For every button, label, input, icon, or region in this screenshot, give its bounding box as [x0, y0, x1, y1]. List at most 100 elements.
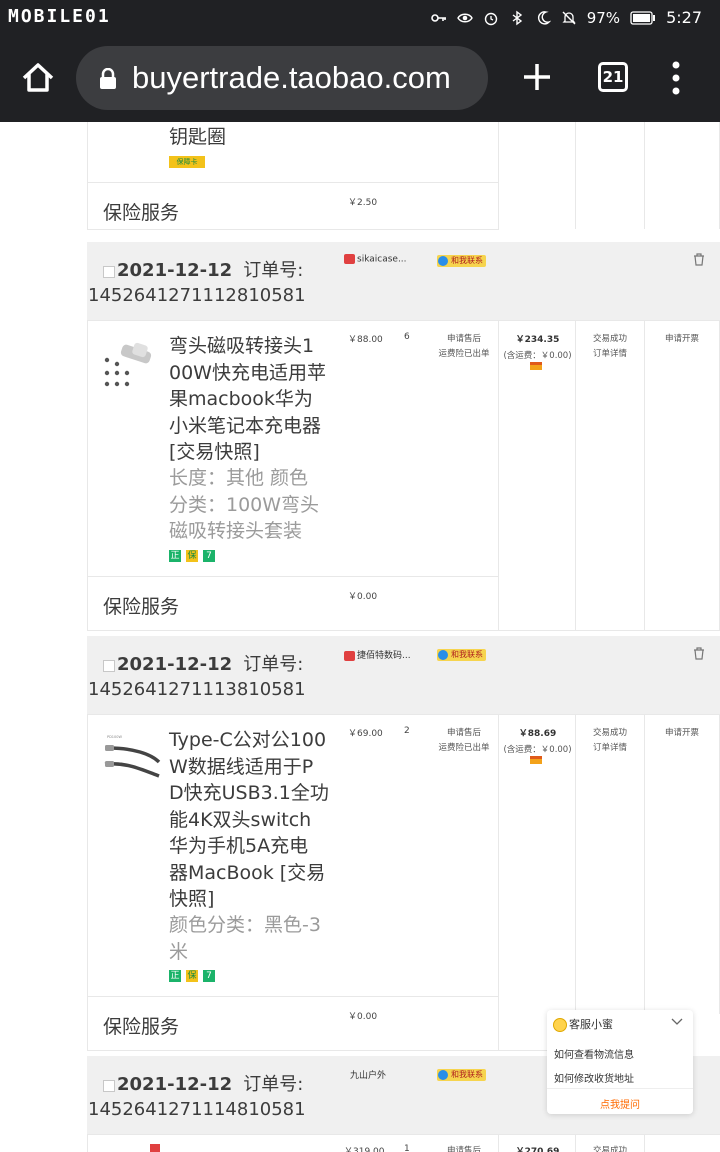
order-details-link[interactable]: 订单详情	[578, 347, 642, 362]
url-text[interactable]: buyertrade.taobao.com	[132, 60, 451, 96]
title-line[interactable]: 能4K双头switch	[169, 807, 331, 834]
apply-after-sales-link[interactable]: 申请售后	[434, 726, 494, 741]
apply-after-sales-link[interactable]: 申请售后	[434, 1144, 494, 1152]
address-bar[interactable]: buyertrade.taobao.com	[76, 46, 488, 110]
chat-bubble-icon	[438, 1070, 448, 1080]
order-list: 钥匙圈 保障卡 保险服务 ￥2.50 2021-12-12 订单号: 14526…	[0, 122, 720, 1152]
key-icon	[430, 13, 446, 22]
shipping-insurance-note: 运费险已出单	[438, 349, 490, 359]
faq-change-address[interactable]: 如何修改收货地址	[554, 1070, 634, 1085]
guarantee-tag-icon: 保	[186, 550, 198, 562]
order-date: 2021-12-12	[117, 654, 233, 675]
product-thumbnail-partial[interactable]	[150, 1144, 160, 1152]
status-cell: 交易成功 订单详情	[578, 726, 642, 756]
unit-price: ￥69.00	[348, 729, 383, 739]
quantity: 1	[404, 1144, 410, 1152]
product-sku: 颜色分类：黑色-3 米	[169, 912, 331, 965]
shop-name[interactable]: 九山户外	[350, 1068, 386, 1081]
ask-question-button[interactable]: 点我提问	[547, 1096, 693, 1111]
order-checkbox[interactable]	[103, 659, 115, 672]
order-date: 2021-12-12	[117, 1074, 233, 1095]
shop-name[interactable]: sikaicase...	[344, 254, 407, 265]
shop-icon	[344, 650, 355, 661]
snapshot-link[interactable]: 快照]	[169, 886, 331, 913]
customer-service-popup: 客服小蜜 如何查看物流信息 如何修改收货地址 点我提问	[547, 1010, 693, 1114]
apply-after-sales-link[interactable]: 申请售后	[434, 332, 494, 347]
title-line[interactable]: W数据线适用于P	[169, 754, 331, 781]
insurance-price: ￥0.00	[348, 1012, 378, 1022]
snapshot-link[interactable]: [交易快照]	[169, 439, 331, 466]
shop-name-text[interactable]: sikaicase...	[357, 255, 407, 265]
trade-status: 交易成功	[592, 1146, 627, 1152]
unit-price: ￥319.00	[344, 1147, 385, 1152]
shipping-insurance-note: 运费险已出单	[438, 743, 490, 753]
payment-card-icon	[530, 362, 542, 370]
order-number: 1452641271113810581	[88, 679, 306, 700]
divider	[547, 1088, 693, 1089]
insurance-label: 保险服务	[103, 1016, 180, 1038]
clock: 5:27	[666, 8, 702, 27]
title-line[interactable]: 小米笔记本充电器	[169, 413, 331, 440]
shop-name-text[interactable]: 捷佰特数码...	[357, 651, 411, 661]
chat-header[interactable]: 客服小蜜	[553, 1016, 613, 1032]
order-number-label: 订单号:	[243, 1074, 304, 1095]
product-title[interactable]: 弯头磁吸转接头1 00W快充电适用苹 果macbook华为 小米笔记本充电器 […	[169, 333, 331, 466]
shipping-fee: (含运费：￥0.00)	[503, 351, 572, 361]
product-thumbnail-cable[interactable]: PD100W	[103, 732, 161, 784]
product-title[interactable]: Type-C公对公100 W数据线适用于P D快充USB3.1全功 能4K双头s…	[169, 727, 331, 913]
total-price: ￥234.35	[515, 335, 560, 345]
more-menu-icon[interactable]	[668, 60, 684, 96]
shop-name[interactable]: 捷佰特数码...	[344, 648, 411, 661]
alarm-icon	[484, 12, 497, 25]
sku-line: 磁吸转接头套装	[169, 520, 303, 542]
title-line[interactable]: D快充USB3.1全功	[169, 780, 331, 807]
product-thumbnail-adapter[interactable]	[103, 340, 159, 390]
product-sku: 长度：其他 颜色 分类：100W弯头 磁吸转接头套装	[169, 465, 331, 545]
title-line[interactable]: 00W快充电适用苹	[169, 360, 331, 387]
contact-seller-button[interactable]: 和我联系	[437, 255, 486, 267]
order-number: 1452641271112810581	[88, 285, 306, 306]
payment-card-icon	[530, 756, 542, 764]
battery-icon	[630, 10, 656, 25]
title-line[interactable]: 华为手机5A充电	[169, 833, 331, 860]
order-checkbox[interactable]	[103, 1079, 115, 1092]
sku-line: 长度：其他 颜色	[169, 467, 309, 489]
home-icon[interactable]	[18, 58, 58, 98]
order-date: 2021-12-12	[117, 260, 233, 281]
total-price: ￥88.69	[518, 729, 557, 739]
chevron-down-icon[interactable]	[671, 1016, 683, 1026]
quantity: 6	[404, 332, 410, 342]
order-date-row: 2021-12-12 订单号:	[103, 650, 303, 676]
unit-price: ￥88.00	[348, 335, 383, 345]
guarantee-badge: 保障卡	[169, 156, 205, 168]
title-line[interactable]: 弯头磁吸转接头1	[169, 333, 331, 360]
title-line[interactable]: 果macbook华为	[169, 386, 331, 413]
item-title-tail[interactable]: 钥匙圈	[169, 124, 226, 151]
total-cell: ￥234.35 (含运费：￥0.00)	[500, 332, 575, 361]
guarantee-tag-icon: 保	[186, 970, 198, 982]
insurance-label: 保险服务	[103, 596, 180, 618]
trash-icon[interactable]	[693, 647, 705, 660]
title-line[interactable]: Type-C公对公100	[169, 727, 331, 754]
order-number-label: 订单号:	[243, 260, 304, 281]
trash-icon[interactable]	[693, 253, 705, 266]
order-checkbox[interactable]	[103, 265, 115, 278]
faq-track-logistics[interactable]: 如何查看物流信息	[554, 1046, 634, 1061]
guarantee-card-icon: 保障卡	[169, 156, 205, 168]
url-row: buyertrade.taobao.com 21	[0, 44, 720, 112]
status-bar: MOBILE01 97% 5:27	[0, 0, 720, 34]
service-tags: 正 保 7	[169, 970, 215, 982]
new-tab-icon[interactable]	[520, 60, 554, 94]
order-details-link[interactable]: 订单详情	[578, 741, 642, 756]
shop-icon	[344, 254, 355, 264]
tab-switcher-button[interactable]: 21	[598, 62, 628, 92]
watermark-logo: MOBILE01	[8, 6, 111, 27]
contact-seller-button[interactable]: 和我联系	[437, 649, 486, 661]
request-invoice-link[interactable]: 申请开票	[646, 332, 718, 344]
chat-bubble-icon	[438, 256, 448, 266]
title-line[interactable]: 器MacBook [交易	[169, 860, 331, 887]
lock-icon	[100, 68, 116, 89]
request-invoice-link[interactable]: 申请开票	[646, 726, 718, 738]
contact-seller-button[interactable]: 和我联系	[437, 1069, 486, 1081]
total-cell: ￥88.69 (含运费：￥0.00)	[500, 726, 575, 755]
